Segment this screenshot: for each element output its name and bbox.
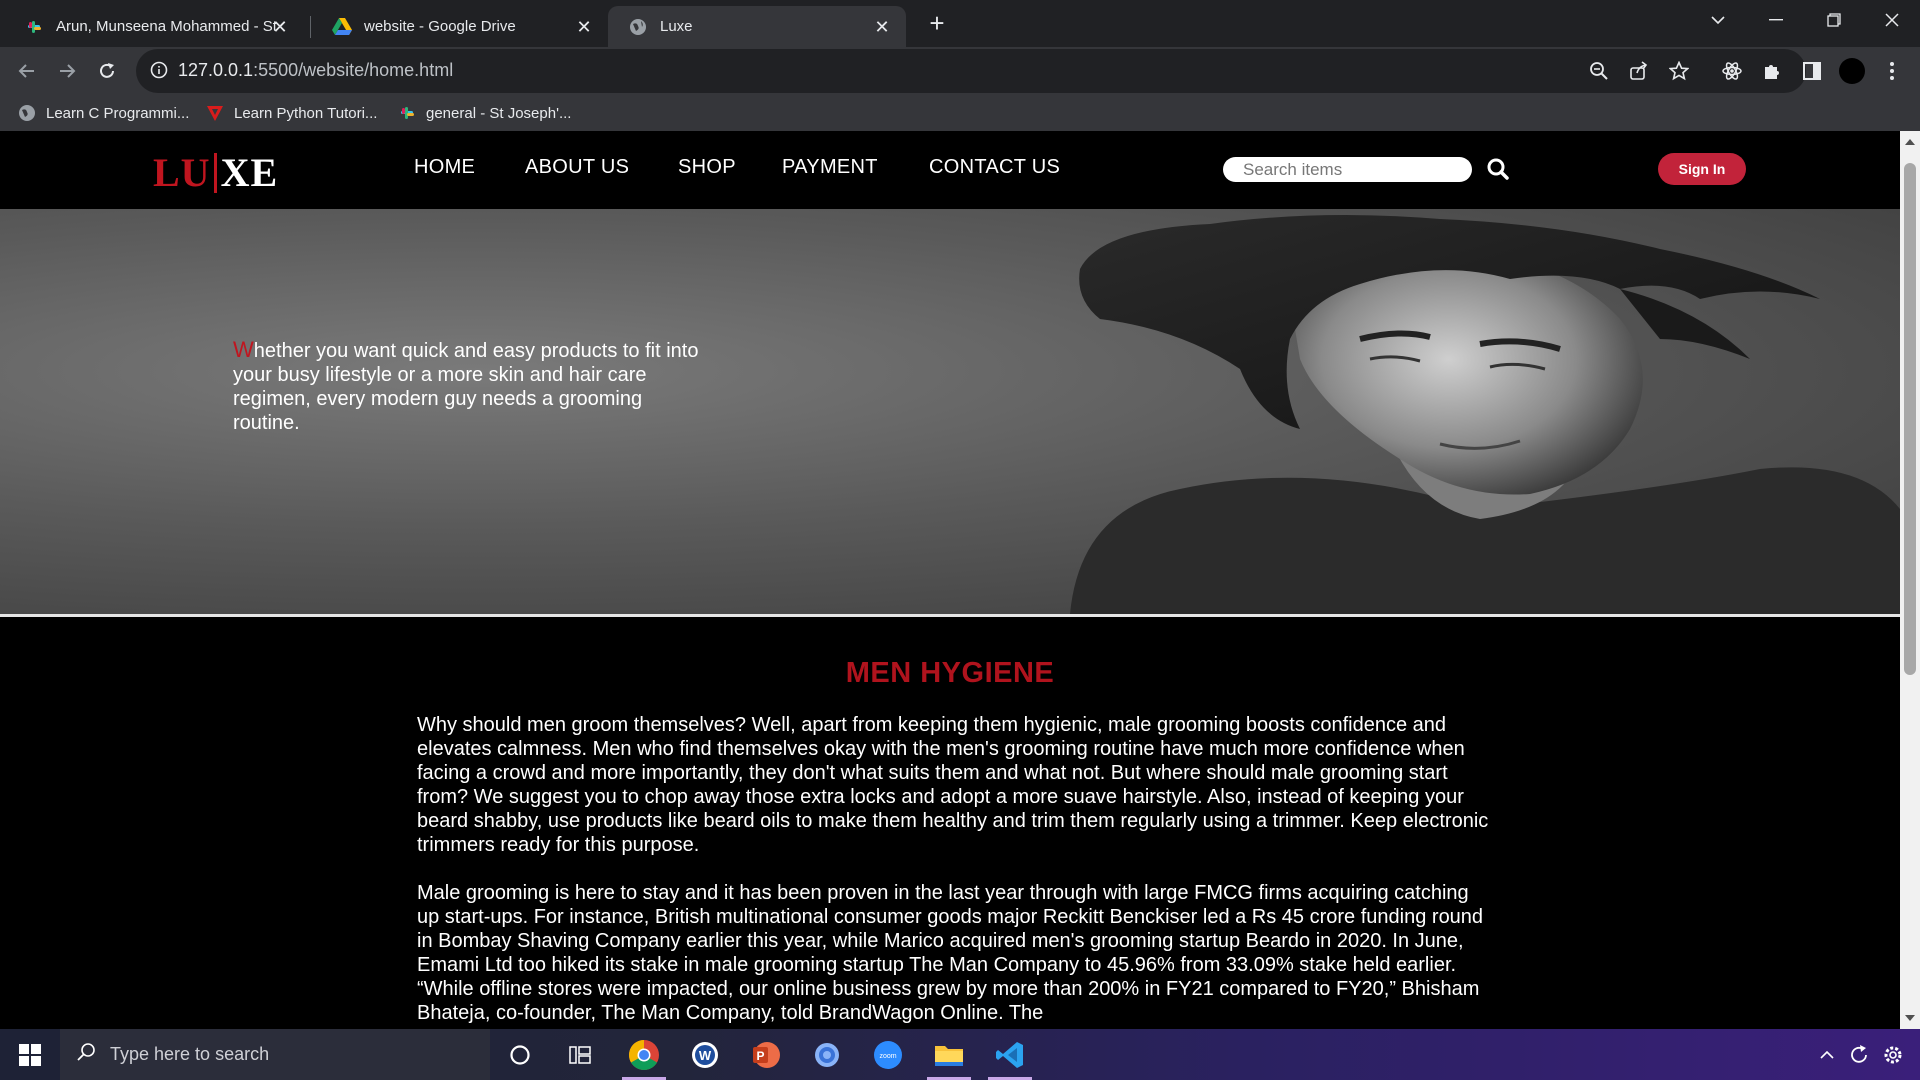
task-view-icon[interactable] <box>550 1029 610 1080</box>
reload-button[interactable] <box>89 53 125 89</box>
hero-banner: Whether you want quick and easy products… <box>0 209 1900 614</box>
tutorial-icon <box>206 104 224 122</box>
file-explorer-icon[interactable] <box>919 1029 979 1080</box>
forward-button[interactable] <box>49 53 85 89</box>
url-path: :5500/website/home.html <box>253 60 454 80</box>
bookmarks-bar: Learn C Programmi... Learn Python Tutori… <box>0 95 1920 131</box>
hero-first-letter: W <box>233 337 254 362</box>
close-tab-icon[interactable]: ✕ <box>270 17 290 37</box>
section-heading: MEN HYGIENE <box>845 657 1055 689</box>
hero-text-body: hether you want quick and easy products … <box>233 340 699 434</box>
restore-button[interactable] <box>1808 0 1860 40</box>
hero-divider <box>0 614 1900 617</box>
scrollbar-thumb[interactable] <box>1904 163 1916 675</box>
word-icon[interactable]: W <box>675 1029 735 1080</box>
bookmark-item[interactable]: Learn Python Tutori... <box>206 101 377 125</box>
site-logo[interactable]: LU XE <box>153 149 278 196</box>
windows-taskbar: Type here to search W P zoom <box>0 1029 1920 1080</box>
chevron-up-icon[interactable] <box>1814 1042 1840 1068</box>
side-panel-icon[interactable] <box>1798 57 1826 85</box>
scroll-down-arrow[interactable] <box>1905 1015 1915 1021</box>
close-window-button[interactable] <box>1866 0 1918 40</box>
bookmark-label: general - St Joseph'... <box>426 104 572 122</box>
scroll-up-arrow[interactable] <box>1905 139 1915 145</box>
svg-text:W: W <box>699 1048 712 1063</box>
close-tab-icon[interactable]: ✕ <box>574 17 594 37</box>
tab-title: Arun, Munseena Mohammed - St <box>56 18 276 35</box>
paragraph: Male grooming is here to stay and it has… <box>417 882 1484 1024</box>
search-icon <box>76 1042 96 1067</box>
page-scrollbar[interactable] <box>1900 131 1920 1029</box>
globe-icon <box>18 104 36 122</box>
vscode-icon[interactable] <box>980 1029 1040 1080</box>
hero-portrait-image <box>1070 215 1900 614</box>
nav-payment[interactable]: PAYMENT <box>782 156 878 179</box>
zoom-icon[interactable] <box>1588 60 1610 82</box>
page-viewport: LU XE HOME ABOUT US SHOP PAYMENT CONTACT… <box>0 131 1900 1029</box>
tab-slack[interactable]: Arun, Munseena Mohammed - St ✕ <box>4 6 304 47</box>
hero-text: Whether you want quick and easy products… <box>233 338 703 435</box>
cortana-icon[interactable] <box>490 1029 550 1080</box>
bookmark-item[interactable]: general - St Joseph'... <box>398 101 571 125</box>
bookmark-label: Learn Python Tutori... <box>234 104 378 122</box>
settings-icon[interactable] <box>797 1029 857 1080</box>
slack-icon <box>24 17 44 37</box>
logo-part-left: LU <box>153 150 211 195</box>
logo-part-right: XE <box>220 150 279 195</box>
bookmark-item[interactable]: Learn C Programmi... <box>18 101 189 125</box>
bookmark-label: Learn C Programmi... <box>46 104 190 122</box>
tab-divider <box>310 16 311 38</box>
windows-start-icon[interactable] <box>0 1029 60 1080</box>
search-icon[interactable] <box>1486 157 1512 183</box>
menu-kebab-icon[interactable] <box>1878 57 1906 85</box>
address-bar[interactable]: 127.0.0.1:5500/website/home.html <box>136 49 1806 93</box>
site-info-icon[interactable] <box>150 61 168 84</box>
extensions-puzzle-icon[interactable] <box>1758 57 1786 85</box>
url-text[interactable]: 127.0.0.1:5500/website/home.html <box>178 60 453 81</box>
nav-home[interactable]: HOME <box>414 156 475 179</box>
nav-about-us[interactable]: ABOUT US <box>525 156 629 179</box>
svg-text:zoom: zoom <box>879 1053 896 1060</box>
zoom-icon[interactable]: zoom <box>858 1029 918 1080</box>
powerpoint-icon[interactable]: P <box>736 1029 796 1080</box>
close-tab-icon[interactable]: ✕ <box>872 17 892 37</box>
paragraph: Why should men groom themselves? Well, a… <box>417 714 1489 856</box>
sync-icon[interactable] <box>1846 1042 1872 1068</box>
search-input[interactable] <box>1223 157 1472 182</box>
slack-icon <box>398 104 416 122</box>
profile-avatar[interactable] <box>1838 57 1866 85</box>
sign-in-button[interactable]: Sign In <box>1658 153 1746 185</box>
google-drive-icon <box>332 17 352 37</box>
taskbar-search-box[interactable]: Type here to search <box>60 1029 490 1080</box>
tab-google-drive[interactable]: website - Google Drive ✕ <box>312 6 608 47</box>
nav-contact-us[interactable]: CONTACT US <box>929 156 1060 179</box>
minimize-button[interactable] <box>1750 0 1802 40</box>
site-header: LU XE HOME ABOUT US SHOP PAYMENT CONTACT… <box>0 131 1900 209</box>
tab-search-icon[interactable] <box>1692 0 1744 40</box>
tab-luxe[interactable]: Luxe ✕ <box>608 6 906 47</box>
nav-shop[interactable]: SHOP <box>678 156 736 179</box>
share-icon[interactable] <box>1628 60 1650 82</box>
bookmark-star-icon[interactable] <box>1668 60 1690 82</box>
globe-icon <box>628 17 648 37</box>
tab-title: website - Google Drive <box>364 18 516 35</box>
svg-text:P: P <box>756 1049 764 1063</box>
back-button[interactable] <box>9 53 45 89</box>
new-tab-button[interactable]: + <box>922 8 952 38</box>
tab-strip: Arun, Munseena Mohammed - St ✕ website -… <box>0 0 1920 47</box>
url-host: 127.0.0.1 <box>178 60 254 80</box>
gear-icon[interactable] <box>1880 1042 1906 1068</box>
chrome-icon[interactable] <box>614 1029 674 1080</box>
taskbar-search-placeholder: Type here to search <box>110 1044 270 1064</box>
logo-divider <box>213 152 217 193</box>
tab-title: Luxe <box>660 18 693 35</box>
extension-react-icon[interactable] <box>1718 57 1746 85</box>
browser-toolbar: 127.0.0.1:5500/website/home.html Learn C… <box>0 47 1920 131</box>
